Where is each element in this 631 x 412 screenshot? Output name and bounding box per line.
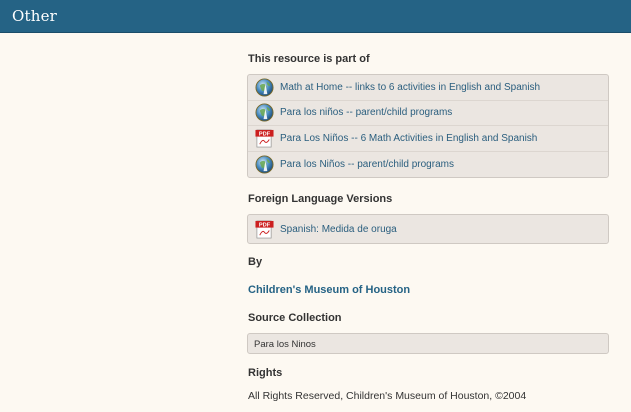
globe-icon [255, 78, 274, 97]
author-link[interactable]: Children's Museum of Houston [248, 284, 410, 296]
by-heading: By [248, 256, 263, 268]
globe-icon [255, 103, 274, 122]
list-item-label: Para los niños -- parent/child programs [280, 107, 453, 119]
rights-heading: Rights [248, 367, 283, 379]
svg-text:PDF: PDF [259, 222, 271, 228]
list-item[interactable]: Math at Home -- links to 6 activities in… [248, 75, 608, 101]
list-item[interactable]: PDF Para Los Niños -- 6 Math Activities … [248, 126, 608, 152]
list-item-label: Math at Home -- links to 6 activities in… [280, 81, 541, 93]
list-item[interactable]: PDF Spanish: Medida de oruga [248, 215, 608, 243]
list-item-label: Para los Niños -- parent/child programs [280, 158, 454, 170]
list-item[interactable]: Para los niños -- parent/child programs [248, 101, 608, 126]
list-item-label: Spanish: Medida de oruga [280, 223, 397, 235]
section-title: Other [12, 7, 58, 25]
list-item[interactable]: Para los Niños -- parent/child programs [248, 152, 608, 178]
source-collection-heading: Source Collection [248, 312, 342, 324]
pdf-icon: PDF [255, 220, 274, 238]
source-collection-value: Para los Ninos [247, 333, 609, 354]
svg-text:PDF: PDF [259, 131, 271, 137]
section-header: Other [0, 0, 631, 33]
foreign-language-list: PDF Spanish: Medida de oruga [247, 214, 609, 244]
list-item-label: Para Los Niños -- 6 Math Activities in E… [280, 132, 538, 144]
resource-part-of-list: Math at Home -- links to 6 activities in… [247, 74, 609, 178]
rights-text: All Rights Reserved, Children's Museum o… [248, 390, 527, 402]
resource-part-of-heading: This resource is part of [248, 53, 370, 65]
pdf-icon: PDF [255, 129, 274, 148]
foreign-language-heading: Foreign Language Versions [248, 193, 393, 205]
globe-icon [255, 155, 274, 174]
